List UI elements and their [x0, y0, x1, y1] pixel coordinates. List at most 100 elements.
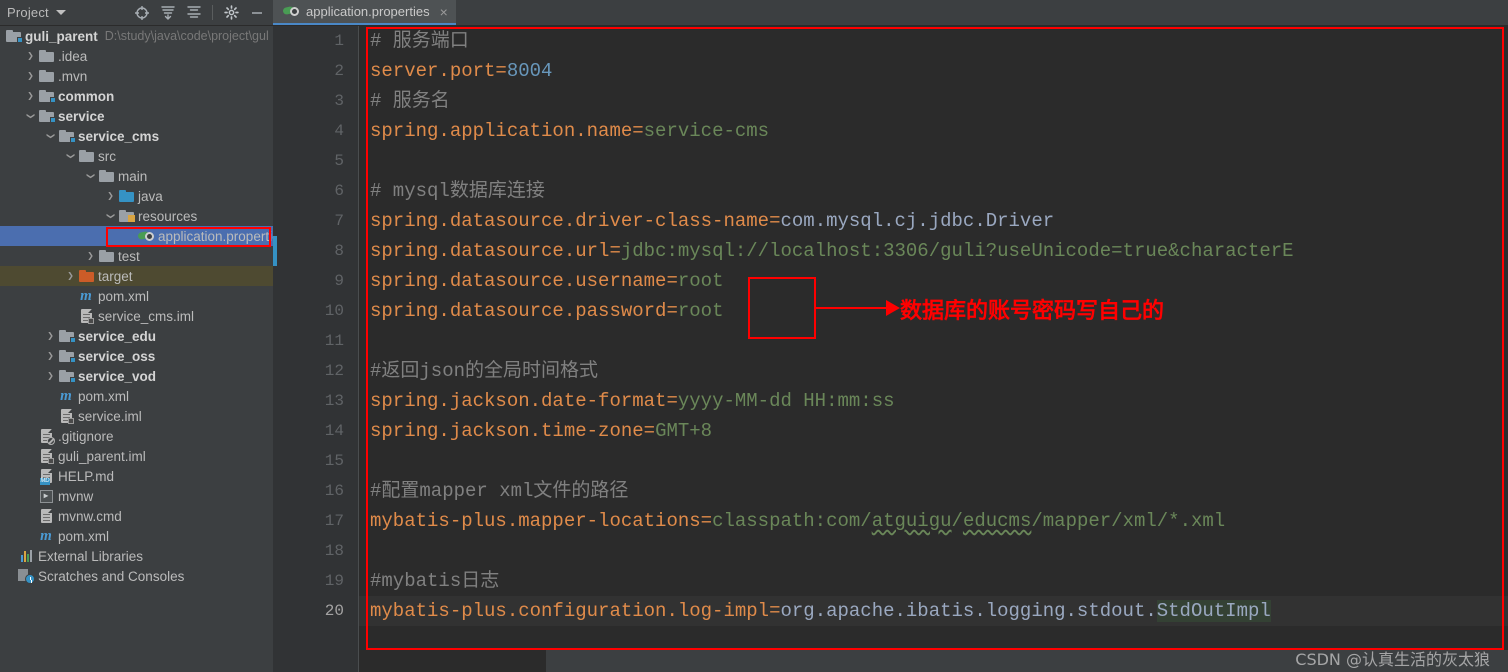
editor-tabbar: application.properties ×	[273, 0, 1508, 26]
tree-item-label: .gitignore	[58, 428, 114, 444]
chevron-right-icon[interactable]	[24, 46, 37, 66]
collapse-all-icon[interactable]	[182, 1, 206, 25]
settings-gear-icon[interactable]	[219, 1, 243, 25]
token-comment: #mybatis日志	[370, 570, 500, 592]
tree-row-service-iml[interactable]: service.iml	[0, 406, 273, 426]
tree-row-service[interactable]: service	[0, 106, 273, 126]
tree-row-target[interactable]: target	[0, 266, 273, 286]
project-toolbar: Project	[0, 0, 273, 26]
chevron-right-icon[interactable]	[44, 346, 57, 366]
source-folder-icon	[117, 186, 135, 206]
iml-file-icon	[77, 306, 95, 326]
tree-row-gitignore[interactable]: .gitignore	[0, 426, 273, 446]
locate-target-icon[interactable]	[130, 1, 154, 25]
tab-application-properties[interactable]: application.properties ×	[273, 0, 456, 25]
tree-row-mvnw[interactable]: ▶ mvnw	[0, 486, 273, 506]
code-line-1: # 服务端口	[359, 26, 1508, 56]
iml-file-icon	[37, 446, 55, 466]
maven-file-icon: m	[40, 527, 52, 544]
chevron-right-icon[interactable]	[24, 66, 37, 86]
token-value: GMT+8	[655, 420, 713, 442]
tree-item-label: HELP.md	[58, 468, 115, 484]
tree-row-service-oss[interactable]: service_oss	[0, 346, 273, 366]
line-number: 8	[334, 242, 344, 260]
token-value-selected: StdOutImpl	[1156, 600, 1271, 622]
line-number: 18	[324, 542, 344, 560]
tree-row-resources[interactable]: resources	[0, 206, 273, 226]
chevron-right-icon[interactable]	[24, 86, 37, 106]
chevron-down-icon[interactable]	[84, 166, 97, 186]
line-number: 12	[324, 362, 344, 380]
token-value: yyyy-MM-dd HH:mm:ss	[677, 390, 895, 412]
tree-row-idea[interactable]: .idea	[0, 46, 273, 66]
line-number: 16	[324, 482, 344, 500]
module-folder-icon	[37, 86, 56, 106]
line-number-gutter[interactable]: 1 2 3 4 5 6 7 8 9 10 11 12 13 14 15 16 17 18 19 20	[273, 26, 359, 672]
tree-row-test[interactable]: test	[0, 246, 273, 266]
line-number: 17	[324, 512, 344, 530]
chevron-down-icon[interactable]	[104, 206, 117, 226]
tree-row-main[interactable]: main	[0, 166, 273, 186]
chevron-down-icon[interactable]	[44, 126, 57, 146]
tree-row-service-vod[interactable]: service_vod	[0, 366, 273, 386]
project-tree[interactable]: guli_parent D:\study\java\code\project\g…	[0, 26, 273, 672]
chevron-down-icon[interactable]	[55, 10, 66, 15]
tree-row-service-cms[interactable]: service_cms	[0, 126, 273, 146]
line-number: 5	[334, 152, 344, 170]
properties-file-icon	[137, 226, 155, 246]
tree-row-mvnw-cmd[interactable]: mvnw.cmd	[0, 506, 273, 526]
chevron-down-icon[interactable]	[24, 106, 37, 126]
tree-row-mvn[interactable]: .mvn	[0, 66, 273, 86]
maven-file-icon: m	[60, 387, 72, 404]
tree-rows: .idea .mvn common service service_cmssrcmain…	[0, 46, 273, 586]
project-view-selector[interactable]: Project	[0, 5, 66, 20]
tree-row-help-md[interactable]: MD HELP.md	[0, 466, 273, 486]
tree-row-pom-xml[interactable]: m pom.xml	[0, 286, 273, 306]
tree-row-service-cms-iml[interactable]: service_cms.iml	[0, 306, 273, 326]
tree-row-root[interactable]: guli_parent D:\study\java\code\project\g…	[0, 26, 273, 46]
close-icon[interactable]: ×	[440, 4, 448, 20]
line-number: 19	[324, 572, 344, 590]
chevron-right-icon[interactable]	[44, 366, 57, 386]
token-eq: =	[666, 300, 678, 322]
expand-all-icon[interactable]	[156, 1, 180, 25]
tree-item-label: service_oss	[78, 348, 156, 364]
code-line-8: spring.datasource.url=jdbc:mysql://local…	[359, 236, 1508, 266]
minimize-icon[interactable]	[245, 1, 269, 25]
token-value: service-cms	[643, 120, 770, 142]
chevron-right-icon[interactable]	[104, 186, 117, 206]
token-key: spring.application.name	[370, 120, 633, 142]
tree-root-label: guli_parent	[25, 28, 98, 44]
tree-row-pom-xml[interactable]: m pom.xml	[0, 386, 273, 406]
chevron-down-icon[interactable]	[64, 146, 77, 166]
tree-row-external-libraries[interactable]: External Libraries	[0, 546, 273, 566]
chevron-right-icon[interactable]	[44, 326, 57, 346]
maven-file-icon: m	[80, 287, 92, 304]
code-content[interactable]: # 服务端口 server.port=8004 # 服务名 spring.app…	[359, 26, 1508, 672]
tree-row-scratches-and-consoles[interactable]: Scratches and Consoles	[0, 566, 273, 586]
token-comment: # 服务端口	[370, 30, 469, 52]
token-key: spring.jackson.time-zone	[370, 420, 644, 442]
tree-row-pom-xml[interactable]: m pom.xml	[0, 526, 273, 546]
tree-row-guli-parent-iml[interactable]: guli_parent.iml	[0, 446, 273, 466]
tree-row-java[interactable]: java	[0, 186, 273, 206]
markdown-file-icon: MD	[37, 466, 55, 486]
module-folder-icon	[57, 126, 76, 146]
tree-row-common[interactable]: common	[0, 86, 273, 106]
token-key: spring.datasource.username	[370, 270, 667, 292]
tree-item-label: test	[118, 248, 140, 264]
chevron-right-icon[interactable]	[64, 266, 77, 286]
token-eq: =	[666, 270, 678, 292]
ide-window: Project guli_parent D:\study\java\code\p…	[0, 0, 1508, 672]
chevron-right-icon[interactable]	[84, 246, 97, 266]
tree-row-application-properties[interactable]: application.properties	[0, 226, 273, 246]
tree-row-src[interactable]: src	[0, 146, 273, 166]
line-number: 3	[334, 92, 344, 110]
tree-row-service-edu[interactable]: service_edu	[0, 326, 273, 346]
